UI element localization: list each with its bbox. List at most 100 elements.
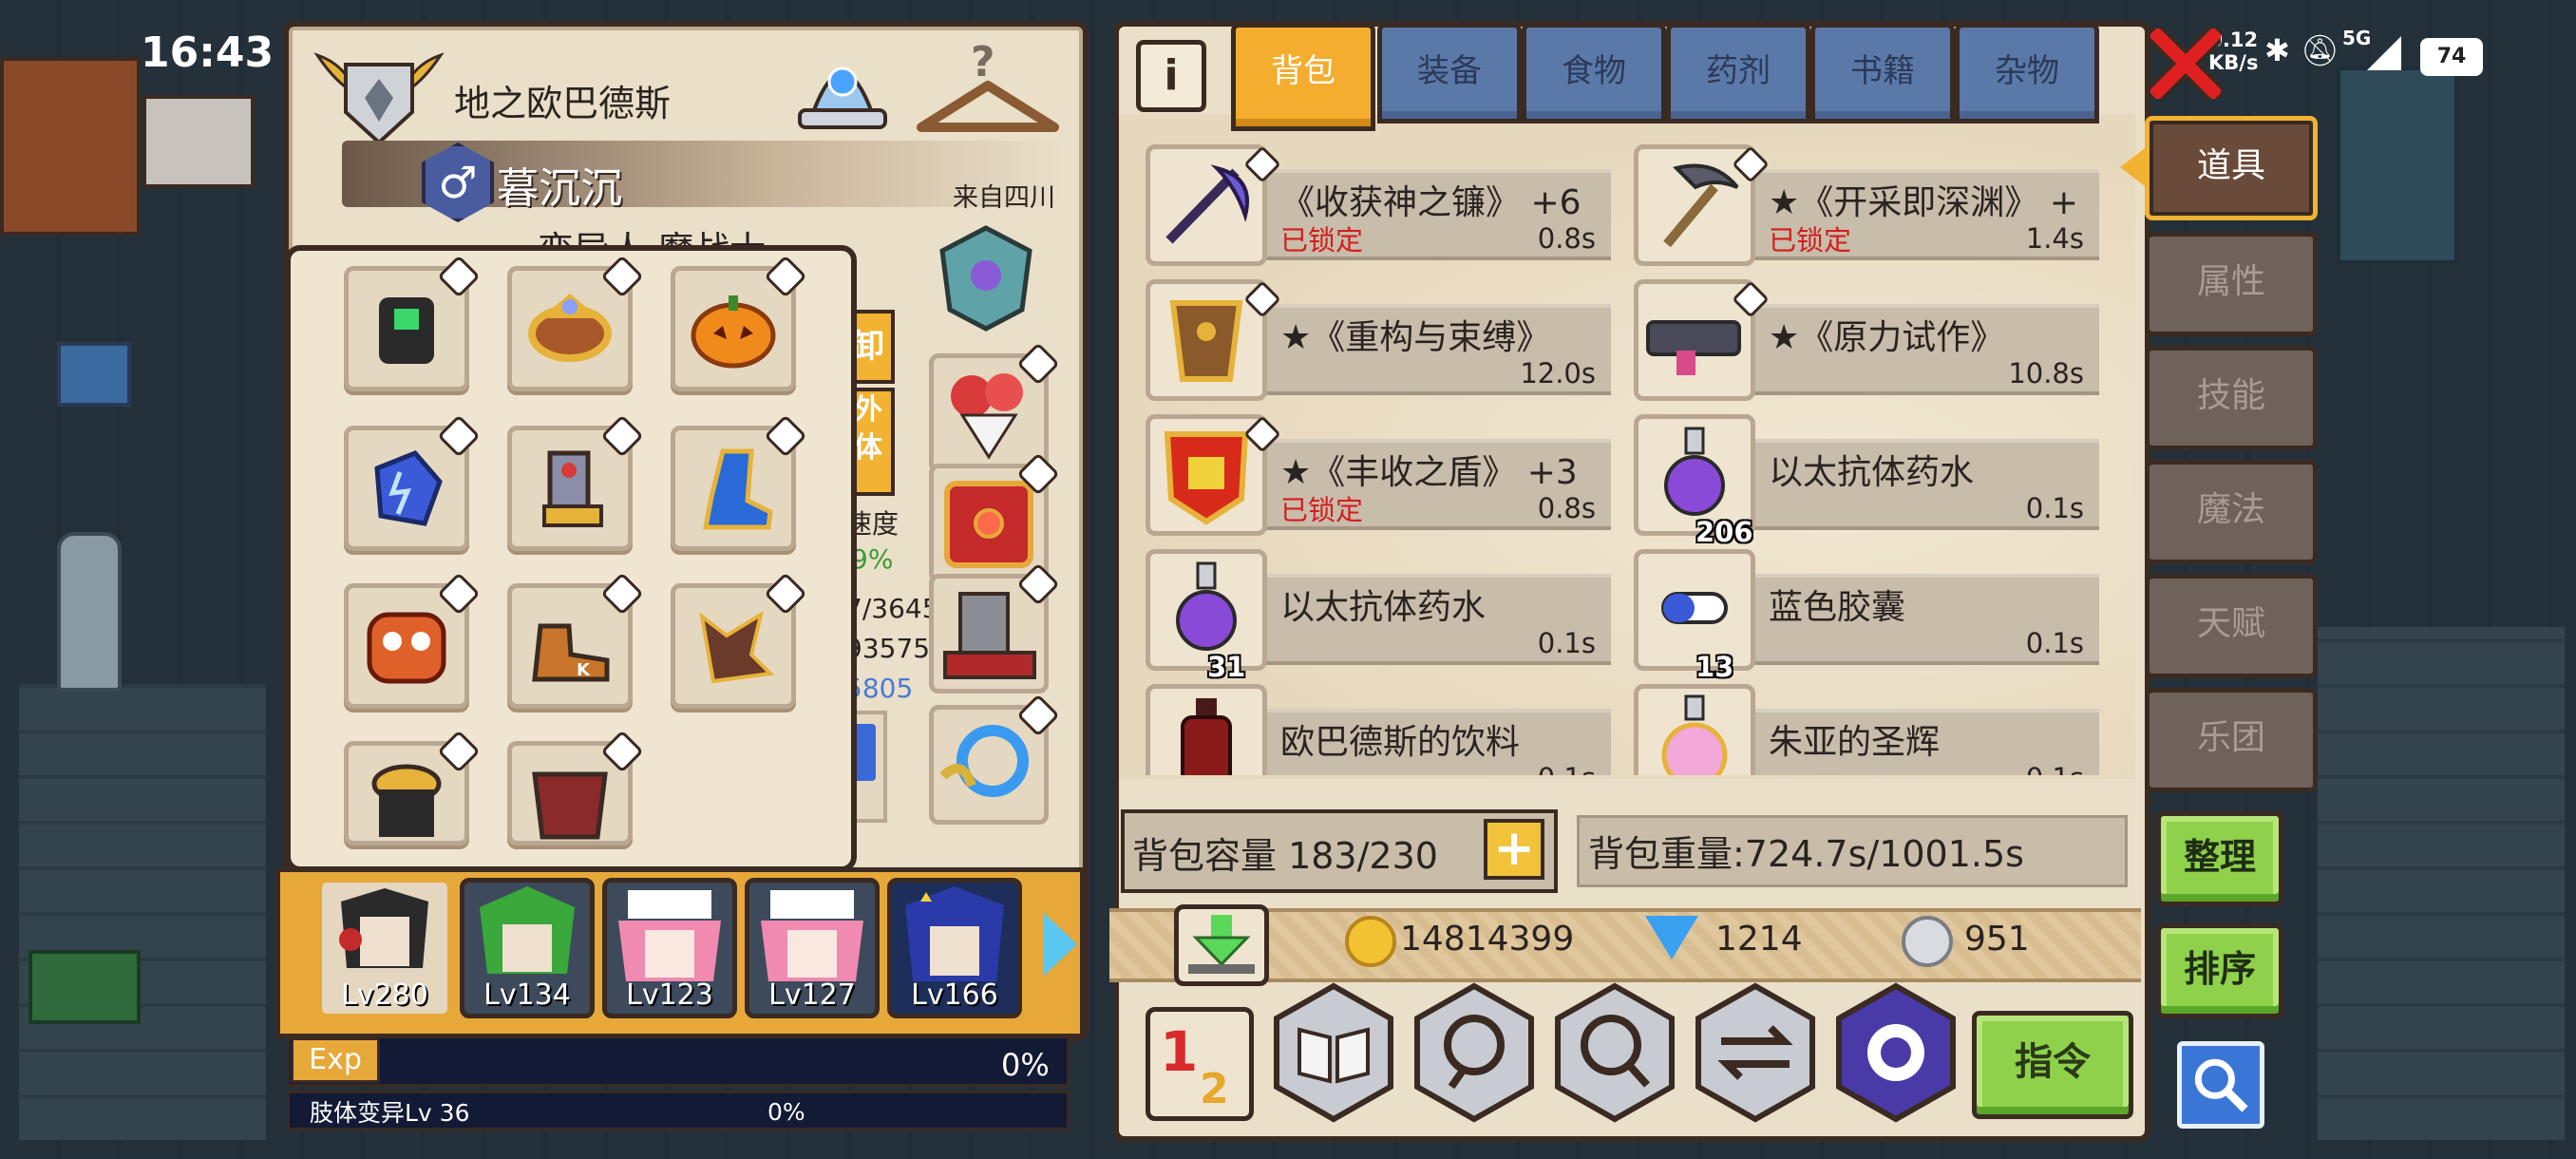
inventory-item[interactable]: 《收获神之镰》 +6 已锁定 0.8s [1138, 137, 1611, 266]
item-weight: 12.0s [1520, 357, 1596, 390]
tab-equipment[interactable]: 装备 [1377, 23, 1522, 124]
item-weight: 0.1s [2026, 762, 2084, 775]
member-level: Lv134 [483, 978, 571, 1012]
pink-potion-icon [1661, 694, 1728, 775]
floor-tiles-right [2318, 627, 2565, 1140]
bag-capacity: 背包容量 183/230 [1132, 835, 1438, 877]
tab-talents[interactable]: 天赋 [2145, 574, 2318, 678]
stat-fragment: 93575 [845, 633, 931, 664]
equip-slot-10[interactable] [344, 730, 481, 846]
party-member-4[interactable]: Lv127 [745, 878, 880, 1018]
party-member-2[interactable]: Lv134 [460, 878, 595, 1018]
inventory-item[interactable]: 55 欧巴德斯的饮料 0.1s [1138, 676, 1611, 775]
character-class-partial: 变异人 魔战士 [538, 220, 766, 247]
party-next-arrow-icon[interactable] [1043, 912, 1077, 977]
orb-statue-icon[interactable] [790, 36, 895, 141]
item-locked: 已锁定 [1769, 224, 1852, 256]
svg-text:1: 1 [1160, 1019, 1198, 1084]
exp-bar [287, 1036, 1070, 1087]
floor-tiles [19, 684, 266, 1140]
bat-wing-boot-icon [699, 610, 775, 684]
inventory-item[interactable]: ★《丰收之盾》 +3 已锁定 0.8s [1138, 407, 1611, 536]
search-detail-icon[interactable] [1552, 982, 1677, 1123]
clan-name: 地之欧巴德斯 [454, 83, 672, 124]
item-locked: 已锁定 [1280, 224, 1364, 256]
item-weight: 1.4s [2025, 222, 2084, 255]
emblem-slot[interactable] [931, 222, 1041, 332]
tab-backpack[interactable]: 背包 [1231, 23, 1375, 131]
item-name: ★《丰收之盾》 +3 [1280, 453, 1578, 492]
equip-slot-1[interactable] [344, 255, 481, 391]
golden-helm-icon [371, 764, 442, 837]
equip-slot-3[interactable] [671, 255, 807, 391]
download-icon[interactable] [1174, 904, 1269, 986]
svg-text:2: 2 [1200, 1065, 1229, 1113]
equip-slot-7[interactable] [344, 572, 481, 709]
item-name: ★《原力试作》 [1769, 318, 2005, 357]
tab-items[interactable]: 道具 [2145, 116, 2318, 220]
equip-slot-right-3[interactable] [929, 562, 1060, 694]
search-icon[interactable] [2177, 1041, 2264, 1129]
tab-attributes[interactable]: 属性 [2145, 232, 2318, 336]
party-member-1[interactable]: Lv280 [317, 878, 452, 1018]
equip-slot-8[interactable]: K [507, 572, 644, 709]
sort-button[interactable]: 排序 [2156, 923, 2283, 1018]
info-icon[interactable]: i [1136, 40, 1206, 112]
tab-potions[interactable]: 药剂 [1666, 23, 1810, 124]
party-member-5[interactable]: Lv166 [887, 878, 1022, 1018]
equip-slot-right-4[interactable] [929, 694, 1060, 825]
tab-band[interactable]: 乐团 [2145, 688, 2318, 792]
item-weight: 0.1s [1537, 627, 1596, 659]
armored-boot-icon [542, 450, 603, 527]
page-1-2-button[interactable]: 12 [1146, 1007, 1254, 1121]
inventory-item[interactable]: 31 以太抗体药水 0.1s [1138, 542, 1611, 683]
equip-slot-5[interactable] [507, 414, 644, 551]
microwave-decoration [142, 95, 255, 188]
clan-emblem-icon [308, 36, 450, 150]
inventory-item[interactable]: ★《重构与束缚》 12.0s [1138, 272, 1611, 401]
equip-slot-right-2[interactable] [929, 452, 1060, 583]
member-level: Lv280 [341, 978, 428, 1012]
signal-bars-icon [2367, 36, 2401, 70]
tab-skills[interactable]: 技能 [2145, 346, 2318, 450]
item-weight: 10.8s [2008, 357, 2084, 390]
percent-fragment: 9% [851, 543, 894, 575]
tab-magic[interactable]: 魔法 [2145, 460, 2318, 564]
equip-slot-6[interactable] [671, 414, 807, 551]
member-level: Lv166 [911, 978, 998, 1012]
tab-food[interactable]: 食物 [1522, 23, 1666, 124]
organize-button[interactable]: 整理 [2156, 811, 2283, 906]
inventory-item[interactable]: 13 朱亚的圣辉 0.1s [1626, 676, 2099, 775]
lightning-gloves-icon [374, 450, 443, 526]
command-button[interactable]: 指令 [1972, 1011, 2133, 1119]
inventory-item[interactable]: ★《开采即深渊》 + 已锁定 1.4s [1626, 137, 2099, 266]
chair-decoration [57, 342, 131, 407]
active-tab-pointer-icon [2120, 148, 2145, 186]
hanger-help-icon[interactable]: ? [912, 32, 1064, 146]
equip-slot-11[interactable] [507, 730, 644, 846]
equip-slot-9[interactable] [671, 572, 807, 709]
hp-fragment: 7/3645 [845, 593, 939, 624]
item-name: 以太抗体药水 [1769, 453, 1975, 492]
equip-slot-4[interactable] [344, 414, 481, 551]
swap-icon[interactable] [1693, 982, 1818, 1123]
tab-books[interactable]: 书籍 [1810, 23, 1955, 124]
inventory-item[interactable]: 13 蓝色胶囊 0.1s [1626, 542, 2099, 683]
item-name: ★《重构与束缚》 [1280, 318, 1551, 357]
inventory-item[interactable]: 206 以太抗体药水 0.1s [1626, 407, 2099, 548]
inventory-item[interactable]: ★《原力试作》 10.8s [1626, 272, 2099, 401]
target-icon[interactable] [1833, 982, 1959, 1123]
equip-slot-right-1[interactable] [929, 342, 1060, 473]
tab-misc[interactable]: 杂物 [1955, 23, 2099, 124]
equip-slot-2[interactable] [507, 255, 644, 391]
party-member-3[interactable]: Lv123 [602, 878, 737, 1018]
teal-crest-icon [939, 225, 1032, 332]
cabinet-decoration [0, 57, 141, 236]
exp-label: Exp [291, 1037, 380, 1083]
book-icon[interactable] [1271, 982, 1396, 1123]
item-weight: 0.1s [1538, 762, 1596, 775]
close-icon[interactable] [2150, 28, 2221, 99]
magnify-key-icon[interactable] [1411, 982, 1537, 1123]
svg-text:K: K [577, 660, 591, 680]
expand-capacity-button[interactable]: + [1484, 819, 1544, 880]
